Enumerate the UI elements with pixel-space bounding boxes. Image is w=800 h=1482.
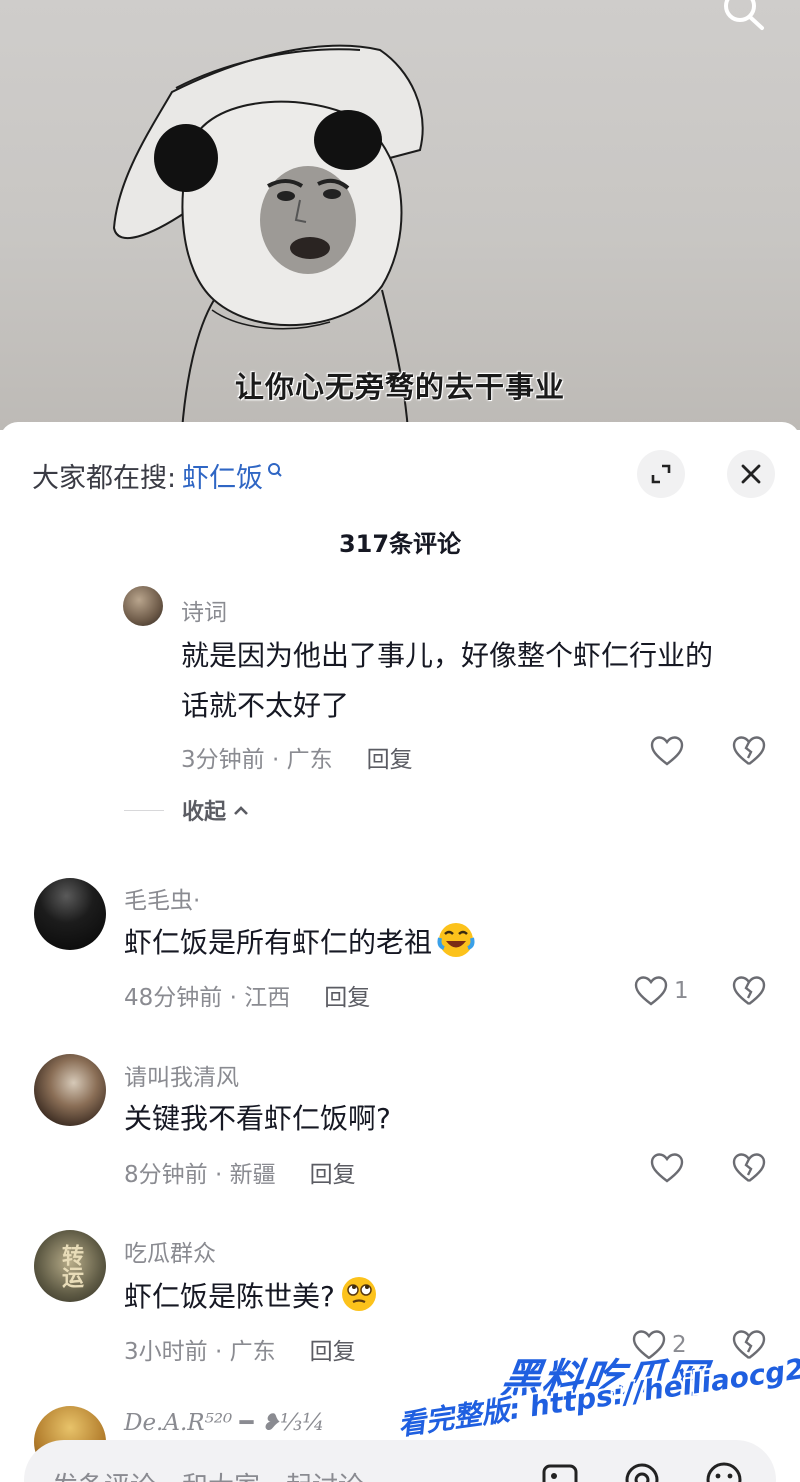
- expand-icon: [651, 464, 671, 484]
- comment-meta: 48分钟前 · 江西 回复: [124, 978, 370, 1012]
- comment-text-line: 话就不太好了: [181, 689, 350, 722]
- search-icon: [724, 0, 764, 30]
- comment-meta: 3小时前 · 广东 回复: [124, 1332, 356, 1366]
- like-button[interactable]: [650, 1153, 684, 1183]
- emoji-icon[interactable]: [704, 1460, 744, 1482]
- comment-input-bar[interactable]: 发条评论，和大家一起讨论: [24, 1440, 776, 1482]
- comment-author[interactable]: De.A.R⁵²⁰ ━ ❥⅓¼: [124, 1410, 325, 1436]
- video-player[interactable]: 让你心无旁骛的去干事业: [0, 0, 800, 430]
- like-button[interactable]: [650, 736, 684, 766]
- search-small-icon: [268, 462, 282, 477]
- comment-text: 虾仁饭是所有虾仁的老祖: [124, 918, 476, 968]
- comment-input-placeholder[interactable]: 发条评论，和大家一起讨论: [52, 1466, 364, 1482]
- heart-icon: [650, 736, 684, 766]
- reply-button[interactable]: 回复: [310, 1339, 356, 1365]
- comment-sheet: 大家都在搜: 虾仁饭 317条评论 诗词 就是因为他出了事儿，好像整个虾仁行业的…: [0, 422, 800, 1482]
- video-subtitle: 让你心无旁骛的去干事业: [234, 370, 565, 404]
- comment-text: 虾仁饭是陈世美?: [124, 1272, 379, 1322]
- dislike-button[interactable]: [732, 736, 766, 770]
- comment-time-location: 3分钟前 · 广东: [181, 747, 333, 773]
- dislike-button[interactable]: [732, 976, 766, 1010]
- hot-search-prefix: 大家都在搜:: [32, 463, 177, 494]
- comment-time-location: 3小时前 · 广东: [124, 1339, 276, 1365]
- mention-icon[interactable]: [622, 1460, 662, 1482]
- comment-author[interactable]: 吃瓜群众: [124, 1234, 216, 1268]
- comment-text-line: 就是因为他出了事儿，好像整个虾仁行业的: [181, 639, 714, 672]
- image-icon[interactable]: [540, 1460, 580, 1482]
- comment-time-location: 48分钟前 · 江西: [124, 985, 291, 1011]
- avatar[interactable]: [34, 878, 106, 950]
- chevron-up-icon: [234, 806, 248, 815]
- like-count: 1: [674, 978, 689, 1004]
- dislike-button[interactable]: [732, 1153, 766, 1187]
- comment-author[interactable]: 诗词: [181, 593, 227, 627]
- reply-button[interactable]: 回复: [324, 985, 370, 1011]
- comment-meta: 8分钟前 · 新疆 回复: [124, 1155, 356, 1189]
- avatar-text: 转运: [58, 1244, 83, 1288]
- avatar[interactable]: 转运: [34, 1230, 106, 1302]
- like-button[interactable]: 1: [634, 976, 689, 1006]
- comment-meta: 3分钟前 · 广东 回复: [181, 740, 413, 774]
- laughing-crying-emoji-icon: [437, 923, 475, 957]
- broken-heart-icon: [732, 976, 766, 1005]
- broken-heart-icon: [732, 1153, 766, 1182]
- close-icon: [741, 464, 761, 484]
- comment-author[interactable]: 毛毛虫·: [124, 881, 200, 915]
- hot-search-keyword[interactable]: 虾仁饭: [182, 456, 263, 495]
- search-button[interactable]: [716, 0, 772, 40]
- broken-heart-icon: [732, 736, 766, 765]
- expand-button[interactable]: [637, 450, 685, 498]
- heart-icon: [650, 1153, 684, 1183]
- comment-time-location: 8分钟前 · 新疆: [124, 1162, 276, 1188]
- collapse-label: 收起: [182, 800, 227, 825]
- comment-author[interactable]: 请叫我清风: [124, 1058, 239, 1092]
- avatar[interactable]: [123, 586, 163, 626]
- thinking-eyeroll-emoji-icon: [341, 1277, 376, 1311]
- heart-icon: [634, 976, 668, 1006]
- reply-button[interactable]: 回复: [367, 747, 413, 773]
- avatar[interactable]: [34, 1054, 106, 1126]
- reply-button[interactable]: 回复: [310, 1162, 356, 1188]
- close-button[interactable]: [727, 450, 775, 498]
- comment-text: 关键我不看虾仁饭啊?: [124, 1102, 391, 1135]
- divider: [124, 809, 164, 811]
- comment-count: 317条评论: [338, 530, 462, 558]
- hot-search-bar[interactable]: 大家都在搜: 虾仁饭: [32, 456, 283, 495]
- collapse-replies-button[interactable]: 收起: [124, 794, 250, 826]
